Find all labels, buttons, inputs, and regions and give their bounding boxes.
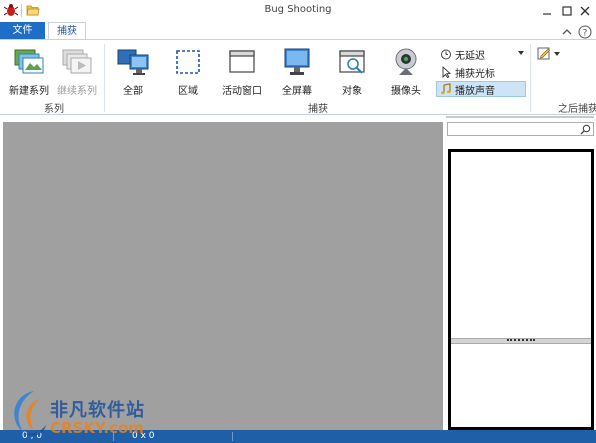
- region-icon: [176, 50, 200, 74]
- group-divider: [104, 44, 105, 112]
- new-series-button[interactable]: 新建系列: [2, 44, 56, 98]
- tab-file[interactable]: 文件: [0, 22, 45, 40]
- series-group-label: 系列: [44, 104, 64, 115]
- maximize-button[interactable]: [558, 2, 576, 20]
- ribbon-panel: 新建系列 继续系列 系列 全部 区域 活动窗口 全屏幕 对象 摄像头 无延迟 捕…: [0, 39, 596, 115]
- after-capture-group-label: 之后捕获: [558, 104, 596, 115]
- capture-fullscreen-button[interactable]: 全屏幕: [270, 44, 324, 98]
- minimize-button[interactable]: [538, 2, 556, 20]
- capture-active-window-button[interactable]: 活动窗口: [215, 44, 269, 98]
- title-bar: Bug Shooting: [0, 0, 596, 22]
- capture-active-window-label: 活动窗口: [222, 86, 262, 97]
- status-divider: [232, 432, 233, 441]
- maximize-icon: [562, 6, 572, 16]
- thumbnail-list[interactable]: [448, 149, 594, 430]
- continue-series-button[interactable]: 继续系列: [50, 44, 104, 98]
- continue-series-icon: [62, 49, 92, 74]
- capture-group-label: 捕获: [308, 104, 328, 115]
- capture-object-button[interactable]: 对象: [325, 44, 379, 98]
- minimize-icon: [543, 13, 551, 15]
- search-input[interactable]: [450, 123, 576, 135]
- capture-region-label: 区域: [178, 86, 198, 97]
- after-capture-edit-button[interactable]: [537, 46, 563, 62]
- capture-object-label: 对象: [342, 86, 362, 97]
- new-series-icon: [14, 49, 44, 74]
- capture-all-button[interactable]: 全部: [106, 44, 160, 98]
- close-button[interactable]: [576, 2, 594, 20]
- splitter-grip[interactable]: [507, 339, 535, 343]
- capture-region-button[interactable]: 区域: [161, 44, 215, 98]
- no-delay-label: 无延迟: [455, 50, 485, 62]
- active-window-icon: [229, 50, 255, 73]
- chevron-down-icon[interactable]: [518, 50, 524, 56]
- play-sound-option[interactable]: 播放声音: [436, 81, 526, 97]
- object-icon: [339, 50, 365, 74]
- all-screens-icon: [117, 49, 149, 75]
- capture-webcam-label: 摄像头: [391, 86, 421, 97]
- chevron-up-icon[interactable]: [560, 25, 574, 39]
- ribbon-tabs: 文件 捕获 ?: [0, 22, 596, 41]
- panel-divider: [446, 116, 594, 118]
- watermark-logo: [14, 391, 46, 436]
- timer-icon: [441, 49, 451, 60]
- capture-webcam-button[interactable]: 摄像头: [379, 44, 433, 98]
- cursor-icon: [442, 66, 452, 78]
- capture-all-label: 全部: [123, 86, 143, 97]
- capture-cursor-option[interactable]: 捕获光标: [437, 64, 498, 80]
- svg-text:?: ?: [583, 29, 588, 39]
- thumbnail-splitter[interactable]: [451, 338, 591, 344]
- help-icon[interactable]: ?: [578, 25, 592, 39]
- close-icon: [580, 6, 590, 16]
- capture-fullscreen-label: 全屏幕: [282, 86, 312, 97]
- no-delay-option[interactable]: 无延迟: [437, 46, 488, 62]
- new-series-label: 新建系列: [9, 86, 49, 97]
- music-note-icon: [441, 83, 451, 95]
- group-divider: [530, 44, 531, 112]
- series-side-panel: [446, 116, 596, 430]
- chevron-down-icon: [554, 52, 560, 56]
- watermark: 非凡软件站 CRSKY.com: [4, 383, 160, 443]
- search-box[interactable]: [447, 122, 594, 136]
- window-title: Bug Shooting: [264, 4, 332, 15]
- webcam-icon: [395, 48, 417, 75]
- edit-icon: [537, 47, 550, 60]
- play-sound-label: 播放声音: [455, 85, 495, 97]
- capture-cursor-label: 捕获光标: [455, 68, 495, 80]
- search-icon[interactable]: [580, 124, 591, 135]
- continue-series-label: 继续系列: [57, 86, 97, 97]
- watermark-en-text: CRSKY.com: [50, 419, 144, 437]
- fullscreen-icon: [284, 48, 310, 75]
